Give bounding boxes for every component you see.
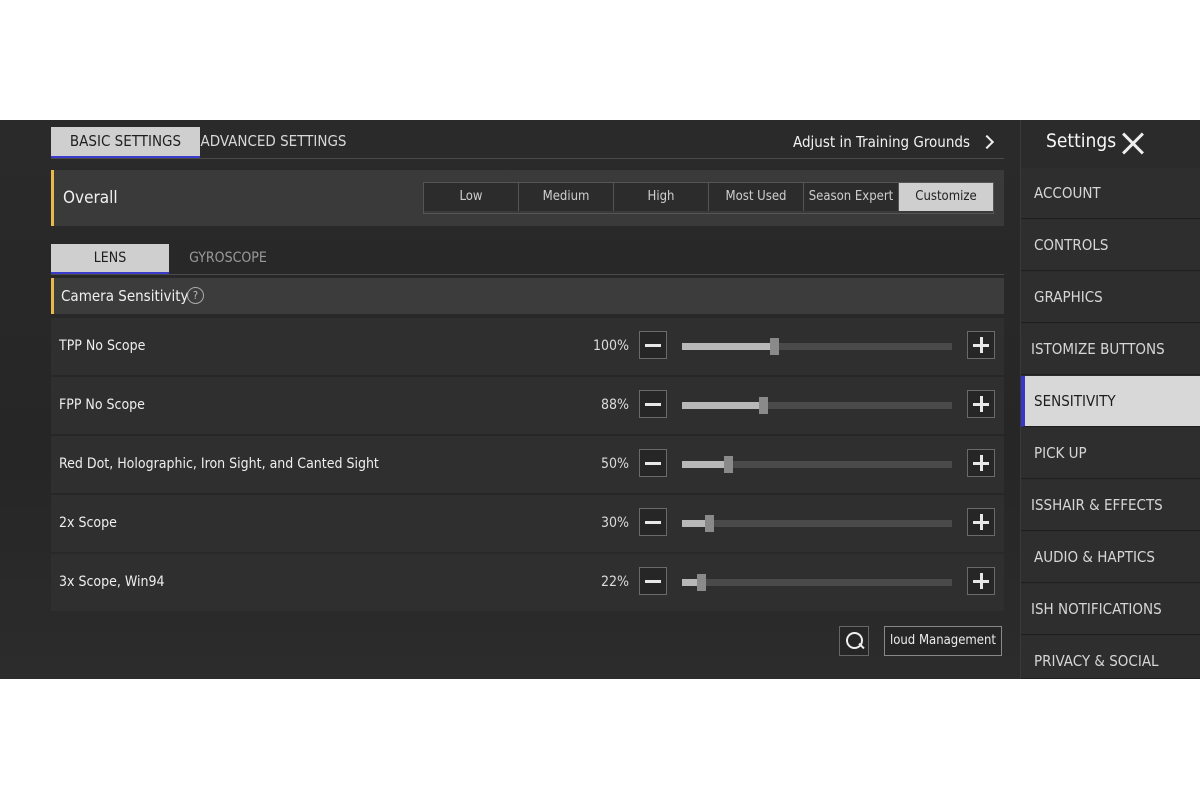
sidebar-item-customize-buttons[interactable]: ISTOMIZE BUTTONS [1021, 324, 1200, 375]
decrease-button[interactable] [639, 390, 667, 418]
decrease-button[interactable] [639, 567, 667, 595]
sidebar-item-pick-up[interactable]: PICK UP [1021, 428, 1200, 479]
sensitivity-slider[interactable] [682, 515, 952, 532]
sidebar-item-crosshair-effects[interactable]: ISSHAIR & EFFECTS [1021, 480, 1200, 531]
sensitivity-slider[interactable] [682, 574, 952, 591]
sensitivity-row-3x-scope: 3x Scope, Win94 22% [51, 554, 1004, 611]
row-value: 22% [601, 574, 629, 590]
increase-button[interactable] [967, 567, 995, 595]
sidebar-item-audio-haptics[interactable]: AUDIO & HAPTICS [1021, 532, 1200, 583]
slider-fill [682, 461, 728, 468]
decrease-button[interactable] [639, 508, 667, 536]
overall-label: Overall [63, 188, 118, 208]
settings-sidebar: Settings ACCOUNT CONTROLS GRAPHICS ISTOM… [1020, 120, 1200, 679]
preset-high[interactable]: High [614, 183, 709, 211]
slider-fill [682, 402, 763, 409]
sensitivity-row-tpp-no-scope: TPP No Scope 100% [51, 318, 1004, 375]
tab-lens[interactable]: LENS [51, 244, 169, 274]
row-value: 30% [601, 515, 629, 531]
slider-fill [682, 343, 774, 350]
sidebar-header: Settings [1021, 120, 1200, 168]
sidebar-item-sensitivity[interactable]: SENSITIVITY [1021, 376, 1200, 427]
sidebar-item-account[interactable]: ACCOUNT [1021, 168, 1200, 219]
settings-title: Settings [1046, 130, 1117, 152]
game-settings-screen: BASIC SETTINGS ADVANCED SETTINGS Adjust … [0, 120, 1200, 679]
tab-advanced-settings[interactable]: ADVANCED SETTINGS [200, 127, 347, 156]
search-button[interactable] [839, 626, 869, 656]
chevron-right-icon [979, 134, 995, 150]
preset-most-used[interactable]: Most Used [709, 183, 804, 211]
sidebar-item-privacy-social[interactable]: PRIVACY & SOCIAL [1021, 636, 1200, 679]
sensitivity-slider[interactable] [682, 338, 952, 355]
row-label: Red Dot, Holographic, Iron Sight, and Ca… [59, 456, 379, 472]
sub-tab-bar: LENS GYROSCOPE [51, 244, 1004, 275]
preset-season-expert[interactable]: Season Expert [804, 183, 899, 211]
row-label: 2x Scope [59, 515, 117, 531]
sensitivity-slider[interactable] [682, 397, 952, 414]
row-label: 3x Scope, Win94 [59, 574, 165, 590]
tab-basic-settings[interactable]: BASIC SETTINGS [51, 127, 200, 158]
help-icon[interactable]: ? [187, 287, 204, 304]
close-icon[interactable] [1121, 132, 1145, 156]
preset-customize[interactable]: Customize [899, 183, 993, 211]
sidebar-item-controls[interactable]: CONTROLS [1021, 220, 1200, 271]
decrease-button[interactable] [639, 449, 667, 477]
training-grounds-link[interactable]: Adjust in Training Grounds [793, 127, 998, 157]
increase-button[interactable] [967, 449, 995, 477]
slider-handle[interactable] [724, 456, 733, 473]
decrease-button[interactable] [639, 331, 667, 359]
sensitivity-slider[interactable] [682, 456, 952, 473]
increase-button[interactable] [967, 390, 995, 418]
sidebar-item-push-notifications[interactable]: ISH NOTIFICATIONS [1021, 584, 1200, 635]
cloud-management-button[interactable]: loud Management [884, 626, 1002, 656]
row-value: 88% [601, 397, 629, 413]
slider-handle[interactable] [705, 515, 714, 532]
tab-gyroscope[interactable]: GYROSCOPE [169, 244, 287, 272]
overall-preset-bar: Overall Low Medium High Most Used Season… [51, 170, 1004, 226]
training-grounds-label: Adjust in Training Grounds [793, 133, 970, 151]
top-tab-bar: BASIC SETTINGS ADVANCED SETTINGS Adjust … [51, 127, 1004, 159]
row-label: TPP No Scope [59, 338, 146, 354]
sensitivity-row-fpp-no-scope: FPP No Scope 88% [51, 377, 1004, 434]
sensitivity-row-2x-scope: 2x Scope 30% [51, 495, 1004, 552]
preset-low[interactable]: Low [424, 183, 519, 211]
sidebar-item-graphics[interactable]: GRAPHICS [1021, 272, 1200, 323]
slider-handle[interactable] [697, 574, 706, 591]
preset-medium[interactable]: Medium [519, 183, 614, 211]
preset-group: Low Medium High Most Used Season Expert … [423, 182, 994, 214]
increase-button[interactable] [967, 331, 995, 359]
row-label: FPP No Scope [59, 397, 145, 413]
camera-sensitivity-header: Camera Sensitivity ? [51, 278, 1004, 314]
row-value: 50% [601, 456, 629, 472]
slider-handle[interactable] [759, 397, 768, 414]
row-value: 100% [592, 338, 629, 354]
camera-sensitivity-title: Camera Sensitivity [61, 287, 189, 305]
search-icon-handle [858, 642, 865, 650]
increase-button[interactable] [967, 508, 995, 536]
slider-handle[interactable] [770, 338, 779, 355]
sensitivity-row-red-dot: Red Dot, Holographic, Iron Sight, and Ca… [51, 436, 1004, 493]
